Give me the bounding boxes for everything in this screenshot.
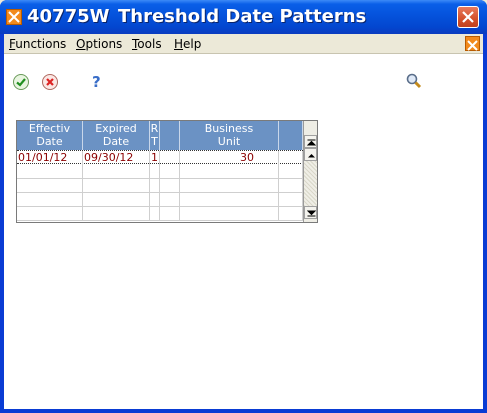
cell-expired-date[interactable] — [83, 207, 150, 221]
cell-blank-1[interactable] — [160, 165, 180, 179]
cell-business-unit[interactable] — [180, 193, 279, 207]
program-id: 40775W — [27, 6, 110, 27]
toolbar: ? — [4, 54, 483, 114]
table-row[interactable] — [17, 193, 303, 207]
data-grid[interactable]: Effectiv Date Expired Date RT Business Unit… — [16, 120, 318, 223]
table-row[interactable]: 01/01/12 09/30/12 1 30 — [17, 150, 303, 165]
grid-header: Effectiv Date Expired Date RT Business Unit — [17, 121, 303, 150]
application-window: 40775W Threshold Date Patterns Functions… — [0, 0, 487, 413]
jde-app-icon — [6, 9, 22, 25]
cell-business-unit[interactable] — [180, 165, 279, 179]
question-mark-icon: ? — [92, 73, 101, 91]
scroll-track[interactable] — [304, 161, 317, 206]
cell-rt[interactable] — [150, 165, 160, 179]
cancel-button[interactable] — [41, 73, 59, 91]
menu-help[interactable]: Help — [174, 37, 201, 51]
cell-rt[interactable] — [150, 207, 160, 221]
menu-bar: Functions Options Tools Help — [4, 34, 483, 54]
cell-rt[interactable] — [150, 193, 160, 207]
close-icon — [462, 11, 474, 23]
cell-blank-1[interactable] — [160, 207, 180, 221]
cell-expired-date[interactable] — [83, 179, 150, 193]
cell-effective-date[interactable] — [17, 179, 83, 193]
jde-logo-icon — [465, 36, 480, 51]
cell-effective-date[interactable] — [17, 207, 83, 221]
magnifier-icon — [406, 73, 422, 89]
column-header-rt[interactable]: RT — [150, 121, 160, 150]
cell-blank-2[interactable] — [279, 165, 303, 179]
cell-business-unit[interactable] — [180, 207, 279, 221]
cell-rt[interactable] — [150, 179, 160, 193]
cell-effective-date[interactable] — [17, 193, 83, 207]
cell-blank-1[interactable] — [160, 151, 180, 165]
menu-tools[interactable]: Tools — [132, 37, 162, 51]
svg-text:?: ? — [92, 73, 101, 90]
cell-blank-2[interactable] — [279, 151, 303, 165]
scroll-bottom-button[interactable] — [304, 206, 317, 219]
cell-expired-date[interactable]: 09/30/12 — [83, 151, 150, 165]
scroll-top-button[interactable] — [304, 135, 317, 148]
column-header-blank-1[interactable] — [160, 121, 180, 150]
cell-business-unit[interactable]: 30 — [180, 151, 279, 165]
table-row[interactable] — [17, 165, 303, 179]
cell-expired-date[interactable] — [83, 165, 150, 179]
cell-effective-date[interactable] — [17, 165, 83, 179]
cell-business-unit[interactable] — [180, 179, 279, 193]
menu-functions[interactable]: Functions — [9, 37, 66, 51]
find-button[interactable] — [405, 72, 423, 90]
client-area: Functions Options Tools Help ? Effectiv … — [4, 34, 483, 409]
cell-blank-1[interactable] — [160, 179, 180, 193]
help-button[interactable]: ? — [88, 72, 106, 91]
cell-blank-2[interactable] — [279, 207, 303, 221]
column-header-effective-date[interactable]: Effectiv Date — [17, 121, 83, 150]
ok-button[interactable] — [12, 73, 30, 91]
cell-blank-1[interactable] — [160, 193, 180, 207]
scroll-to-bottom-icon — [307, 210, 316, 217]
cell-rt[interactable]: 1 — [150, 151, 160, 165]
menu-options[interactable]: Options — [76, 37, 122, 51]
scroll-to-top-icon — [307, 139, 316, 146]
cell-effective-date[interactable]: 01/01/12 — [17, 151, 83, 165]
cell-blank-2[interactable] — [279, 179, 303, 193]
red-x-icon — [42, 74, 58, 90]
window-title: Threshold Date Patterns — [118, 6, 367, 27]
cell-blank-2[interactable] — [279, 193, 303, 207]
column-header-business-unit[interactable]: Business Unit — [180, 121, 279, 150]
scroll-up-icon — [308, 154, 315, 158]
green-checkmark-icon — [13, 74, 29, 90]
vertical-scrollbar[interactable] — [303, 121, 317, 222]
title-bar[interactable]: 40775W Threshold Date Patterns — [0, 0, 487, 34]
cell-expired-date[interactable] — [83, 193, 150, 207]
scroll-up-button[interactable] — [304, 148, 317, 161]
column-header-blank-2[interactable] — [279, 121, 303, 150]
table-row[interactable] — [17, 179, 303, 193]
close-button[interactable] — [457, 6, 479, 28]
column-header-expired-date[interactable]: Expired Date — [83, 121, 150, 150]
table-row[interactable] — [17, 207, 303, 221]
